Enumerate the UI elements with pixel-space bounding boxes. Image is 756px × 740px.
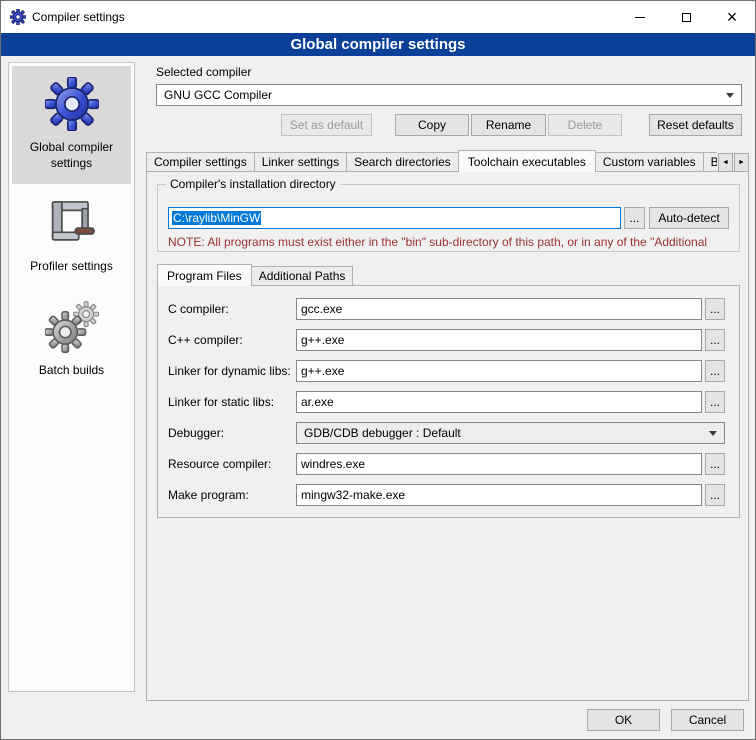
reset-defaults-button[interactable]: Reset defaults: [649, 114, 742, 136]
cancel-button[interactable]: Cancel: [671, 709, 744, 731]
window-controls: ×: [617, 1, 755, 33]
c-compiler-input[interactable]: [296, 298, 702, 320]
linker-static-browse-button[interactable]: ...: [705, 391, 725, 413]
tab-toolchain-executables[interactable]: Toolchain executables: [458, 150, 596, 172]
main-tabstrip: Compiler settings Linker settings Search…: [146, 150, 749, 172]
tab-compiler-settings[interactable]: Compiler settings: [146, 152, 255, 172]
form-row: Debugger: GDB/CDB debugger : Default: [168, 422, 725, 444]
sidebar-item-batch-builds[interactable]: Batch builds: [12, 289, 131, 392]
bin-subdirectory-note: NOTE: All programs must exist either in …: [168, 235, 740, 249]
cpp-compiler-browse-button[interactable]: ...: [705, 329, 725, 351]
resource-compiler-label: Resource compiler:: [168, 457, 296, 471]
blue-gear-icon: [45, 77, 99, 131]
compiler-settings-dialog: Compiler settings × Global compiler sett…: [0, 0, 756, 740]
form-row: Resource compiler: ...: [168, 453, 725, 475]
tab-search-directories[interactable]: Search directories: [346, 152, 459, 172]
linker-static-input[interactable]: [296, 391, 702, 413]
sidebar-item-label: Profiler settings: [30, 259, 113, 275]
toolchain-executables-panel: Compiler's installation directory C:\ray…: [146, 171, 749, 701]
sidebar-item-profiler-settings[interactable]: Profiler settings: [12, 185, 131, 288]
subtab-program-files[interactable]: Program Files: [157, 264, 252, 286]
resource-compiler-browse-button[interactable]: ...: [705, 453, 725, 475]
c-compiler-browse-button[interactable]: ...: [705, 298, 725, 320]
close-button[interactable]: ×: [709, 1, 755, 33]
linker-dynamic-label: Linker for dynamic libs:: [168, 364, 296, 378]
sidebar-item-label: Batch builds: [39, 363, 104, 379]
cpp-compiler-input[interactable]: [296, 329, 702, 351]
arrow-left-icon: ◄: [722, 159, 729, 166]
program-files-tabstrip: Program Files Additional Paths: [157, 264, 352, 286]
main-tabs: Compiler settings Linker settings Search…: [146, 150, 717, 172]
tab-linker-settings[interactable]: Linker settings: [254, 152, 347, 172]
c-compiler-label: C compiler:: [168, 302, 296, 316]
maximize-icon: [682, 13, 691, 22]
make-program-label: Make program:: [168, 488, 296, 502]
installation-directory-groupbox: Compiler's installation directory C:\ray…: [157, 184, 740, 252]
dialog-header-title: Global compiler settings: [1, 33, 755, 56]
debugger-select[interactable]: GDB/CDB debugger : Default: [296, 422, 725, 444]
selected-compiler-label: Selected compiler: [156, 65, 251, 79]
program-files-form: C compiler: ... C++ compiler: ... Linker…: [158, 286, 739, 506]
form-row: Linker for dynamic libs: ...: [168, 360, 725, 382]
make-program-browse-button[interactable]: ...: [705, 484, 725, 506]
form-row: Linker for static libs: ...: [168, 391, 725, 413]
subtab-additional-paths[interactable]: Additional Paths: [251, 266, 354, 286]
selected-compiler-combobox[interactable]: GNU GCC Compiler: [156, 84, 742, 106]
set-as-default-button[interactable]: Set as default: [281, 114, 372, 136]
linker-dynamic-browse-button[interactable]: ...: [705, 360, 725, 382]
debugger-selected-value: GDB/CDB debugger : Default: [304, 426, 461, 440]
arrow-right-icon: ►: [738, 159, 745, 166]
app-gear-icon: [10, 9, 26, 25]
chevron-down-icon: [709, 431, 717, 436]
tab-build-options[interactable]: Build: [703, 152, 717, 172]
make-program-input[interactable]: [296, 484, 702, 506]
form-row: C compiler: ...: [168, 298, 725, 320]
minimize-button[interactable]: [617, 1, 663, 33]
auto-detect-button[interactable]: Auto-detect: [649, 207, 729, 229]
rename-button[interactable]: Rename: [471, 114, 546, 136]
program-files-panel: C compiler: ... C++ compiler: ... Linker…: [157, 285, 740, 518]
tab-custom-variables[interactable]: Custom variables: [595, 152, 704, 172]
titlebar: Compiler settings ×: [1, 1, 755, 33]
tab-scrollers: ◄ ►: [718, 150, 749, 172]
clamp-icon: [45, 196, 99, 250]
sidebar-item-global-compiler-settings[interactable]: Global compiler settings: [12, 66, 131, 184]
minimize-icon: [635, 17, 645, 18]
chevron-down-icon: [726, 93, 734, 98]
ok-button[interactable]: OK: [587, 709, 660, 731]
form-row: Make program: ...: [168, 484, 725, 506]
linker-static-label: Linker for static libs:: [168, 395, 296, 409]
installation-directory-input[interactable]: C:\raylib\MinGW: [168, 207, 621, 229]
settings-category-sidebar: Global compiler settings Profiler settin…: [8, 62, 135, 692]
selected-compiler-value: GNU GCC Compiler: [164, 88, 272, 102]
sidebar-item-label: Global compiler settings: [14, 140, 129, 171]
copy-button[interactable]: Copy: [395, 114, 469, 136]
gray-gear-stack-icon: [45, 300, 99, 354]
tab-scroll-left-button[interactable]: ◄: [718, 153, 733, 172]
form-row: C++ compiler: ...: [168, 329, 725, 351]
close-icon: ×: [727, 8, 738, 26]
installation-directory-group-title: Compiler's installation directory: [166, 177, 340, 191]
cpp-compiler-label: C++ compiler:: [168, 333, 296, 347]
resource-compiler-input[interactable]: [296, 453, 702, 475]
debugger-label: Debugger:: [168, 426, 296, 440]
maximize-button[interactable]: [663, 1, 709, 33]
installation-directory-selected-text: C:\raylib\MinGW: [172, 211, 261, 225]
delete-button[interactable]: Delete: [548, 114, 622, 136]
installation-directory-browse-button[interactable]: ...: [624, 207, 645, 229]
tab-scroll-right-button[interactable]: ►: [734, 153, 749, 172]
window-title: Compiler settings: [32, 10, 125, 24]
linker-dynamic-input[interactable]: [296, 360, 702, 382]
